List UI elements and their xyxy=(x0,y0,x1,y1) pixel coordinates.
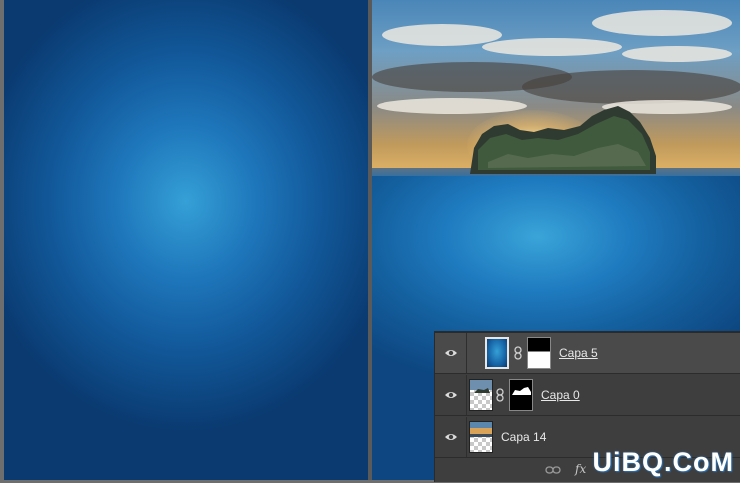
cloud xyxy=(382,24,502,46)
layer-thumbnail[interactable] xyxy=(485,337,509,369)
island-thumbnail-image xyxy=(470,380,492,393)
layer-visibility-toggle[interactable] xyxy=(435,375,467,415)
island-rock xyxy=(470,106,656,174)
layer-mask-thumbnail[interactable] xyxy=(509,379,533,411)
layer-visibility-toggle[interactable] xyxy=(435,333,467,373)
cloud xyxy=(522,70,740,104)
blue-gradient-canvas xyxy=(4,0,368,480)
cloud xyxy=(592,10,732,36)
link-icon[interactable] xyxy=(545,465,561,475)
fx-icon[interactable]: fx xyxy=(575,462,586,476)
cloud xyxy=(482,38,622,56)
layer-name[interactable]: Capa 14 xyxy=(501,430,546,444)
layer-mask-thumbnail[interactable] xyxy=(527,337,551,369)
island-mask-shape xyxy=(512,387,531,395)
cloud xyxy=(622,46,732,62)
layer-row-capa-0[interactable]: Capa 0 xyxy=(435,375,740,416)
layer-name[interactable]: Capa 0 xyxy=(541,388,580,402)
chain-icon[interactable] xyxy=(514,346,522,360)
sunset-thumbnail-image xyxy=(470,422,492,437)
eye-icon xyxy=(444,350,457,356)
layer-name[interactable]: Capa 5 xyxy=(559,346,598,360)
layer-visibility-toggle[interactable] xyxy=(435,417,467,457)
layer-thumbnail[interactable] xyxy=(469,379,493,411)
layer-thumbnail[interactable] xyxy=(469,421,493,453)
chain-icon[interactable] xyxy=(496,388,504,402)
eye-icon xyxy=(444,392,457,398)
watermark: UiBQ.CoM xyxy=(592,447,734,477)
layer-row-capa-5[interactable]: Capa 5 xyxy=(435,333,740,374)
eye-icon xyxy=(444,434,457,440)
